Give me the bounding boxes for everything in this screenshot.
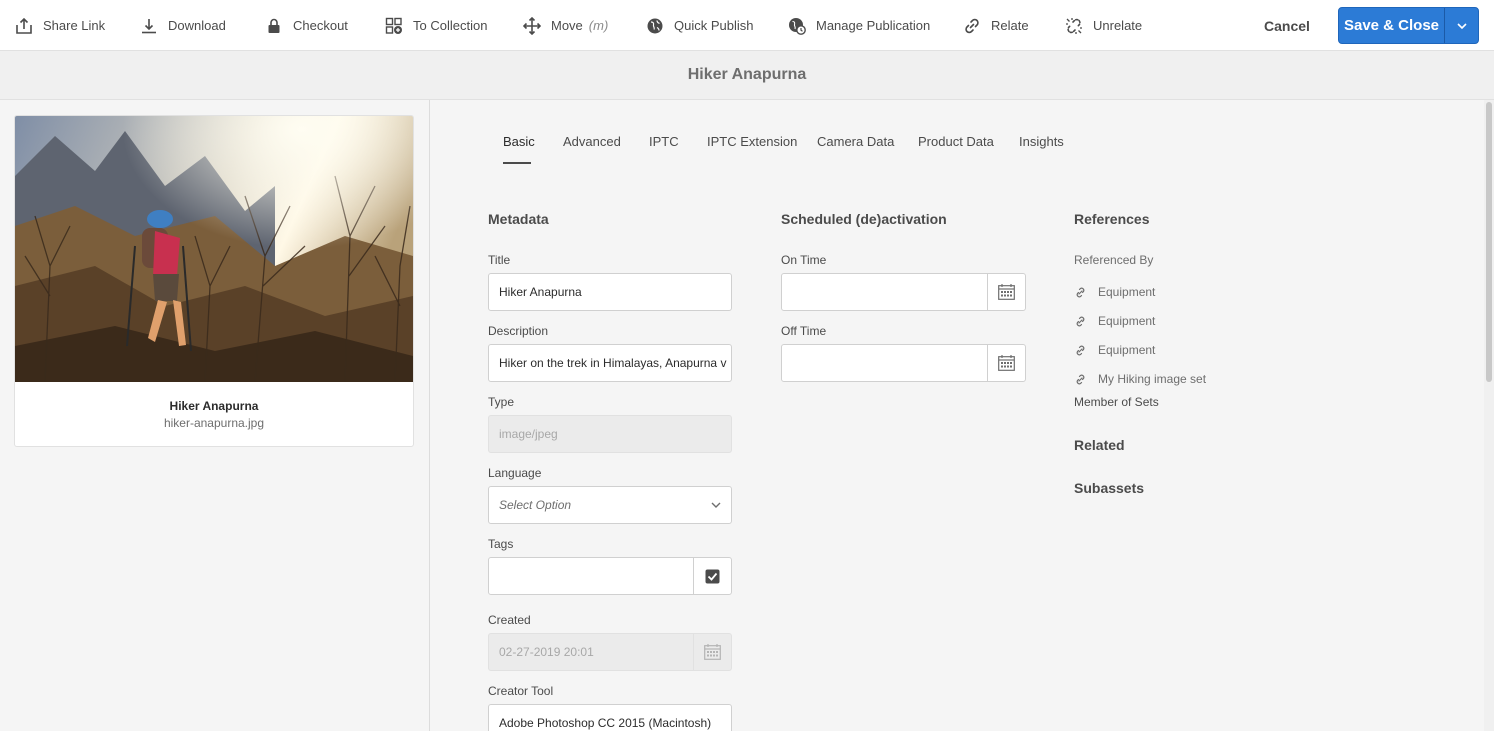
link-icon bbox=[965, 18, 979, 33]
share-icon bbox=[16, 17, 32, 34]
save-and-close-main[interactable]: Save & Close bbox=[1339, 8, 1444, 43]
page-title: Hiker Anapurna bbox=[687, 66, 807, 83]
reference-link-item[interactable]: Equipment bbox=[1074, 341, 1155, 359]
referenced-by-label: Referenced By bbox=[1074, 253, 1154, 267]
tab-product-data[interactable]: Product Data bbox=[918, 134, 994, 164]
description-label: Description bbox=[488, 324, 549, 338]
on-time-label: On Time bbox=[781, 253, 827, 267]
tab-iptc-extension[interactable]: IPTC Extension bbox=[707, 134, 797, 164]
quick-publish-label: Quick Publish bbox=[674, 18, 754, 33]
chevron-down-icon bbox=[711, 502, 721, 508]
link-icon bbox=[1076, 287, 1085, 297]
metadata-editor-panel: Basic Advanced IPTC IPTC Extension Camer… bbox=[431, 100, 1483, 731]
download-button[interactable]: Download bbox=[140, 0, 226, 51]
tab-advanced[interactable]: Advanced bbox=[563, 134, 621, 164]
metadata-heading: Metadata bbox=[488, 211, 549, 227]
move-shortcut: (m) bbox=[588, 18, 609, 33]
checkout-button[interactable]: Checkout bbox=[265, 0, 348, 51]
asset-card-filename: hiker-anapurna.jpg bbox=[163, 416, 265, 430]
type-label: Type bbox=[488, 395, 515, 409]
to-collection-label: To Collection bbox=[413, 18, 488, 33]
manage-publication-label: Manage Publication bbox=[816, 18, 931, 33]
globe-clock-icon bbox=[789, 17, 806, 35]
save-and-close-button: Save & Close bbox=[1338, 7, 1479, 44]
page-title-bar: Hiker Anapurna bbox=[0, 51, 1494, 100]
vertical-scrollbar[interactable] bbox=[1484, 100, 1494, 731]
language-label: Language bbox=[488, 466, 542, 480]
subassets-heading: Subassets bbox=[1074, 480, 1145, 496]
unrelate-label: Unrelate bbox=[1093, 18, 1143, 33]
manage-publication-button[interactable]: Manage Publication bbox=[788, 0, 930, 51]
reference-link-item[interactable]: My Hiking image set bbox=[1074, 370, 1206, 388]
scrollbar-thumb[interactable] bbox=[1486, 102, 1492, 382]
references-heading: References bbox=[1074, 211, 1150, 227]
action-toolbar: Share Link Download Checkout To Collecti… bbox=[0, 0, 1494, 51]
move-icon bbox=[523, 16, 541, 35]
off-time-label: Off Time bbox=[781, 324, 827, 338]
reference-link-label: Equipment bbox=[1098, 285, 1156, 299]
off-time-input[interactable] bbox=[781, 344, 988, 382]
download-icon bbox=[142, 18, 156, 33]
active-tab-indicator bbox=[503, 162, 531, 164]
add-to-collection-icon bbox=[385, 17, 402, 34]
move-label: Move bbox=[551, 18, 583, 33]
tags-input[interactable] bbox=[488, 557, 694, 595]
asset-card-title: Hiker Anapurna bbox=[169, 399, 259, 413]
link-icon bbox=[1076, 374, 1085, 384]
description-field[interactable]: Hiker on the trek in Himalayas, Anapurna… bbox=[488, 344, 732, 382]
tags-label: Tags bbox=[488, 537, 514, 551]
tab-camera-data[interactable]: Camera Data bbox=[817, 134, 894, 164]
relate-label: Relate bbox=[991, 18, 1029, 33]
relate-button[interactable]: Relate bbox=[963, 0, 1029, 51]
checkbox-checked-icon bbox=[705, 569, 720, 583]
on-time-input[interactable] bbox=[781, 273, 988, 311]
download-label: Download bbox=[168, 18, 226, 33]
unrelate-button[interactable]: Unrelate bbox=[1065, 0, 1142, 51]
asset-card[interactable]: Hiker Anapurna hiker-anapurna.jpg bbox=[14, 115, 414, 447]
cancel-button[interactable]: Cancel bbox=[1258, 13, 1316, 39]
language-select[interactable]: Select Option bbox=[488, 486, 732, 524]
share-link-label: Share Link bbox=[43, 18, 106, 33]
off-time-calendar-button[interactable] bbox=[987, 344, 1026, 382]
tab-iptc[interactable]: IPTC bbox=[649, 134, 679, 164]
lock-icon bbox=[268, 18, 280, 33]
asset-preview-rail: Hiker Anapurna hiker-anapurna.jpg bbox=[0, 100, 430, 731]
tab-basic[interactable]: Basic bbox=[503, 134, 535, 164]
calendar-icon bbox=[998, 355, 1015, 371]
tags-picker-button[interactable] bbox=[693, 557, 732, 595]
type-field: image/jpeg bbox=[488, 415, 732, 453]
link-icon bbox=[1076, 316, 1085, 326]
chevron-down-icon bbox=[1456, 22, 1467, 29]
reference-link-label: Equipment bbox=[1098, 314, 1156, 328]
link-icon bbox=[1076, 345, 1085, 355]
created-calendar-button bbox=[693, 633, 732, 671]
creator-tool-field[interactable]: Adobe Photoshop CC 2015 (Macintosh) bbox=[488, 704, 732, 731]
share-link-button[interactable]: Share Link bbox=[15, 0, 105, 51]
globe-icon bbox=[647, 18, 663, 33]
unlink-icon bbox=[1066, 17, 1082, 34]
to-collection-button[interactable]: To Collection bbox=[385, 0, 487, 51]
quick-publish-button[interactable]: Quick Publish bbox=[646, 0, 753, 51]
asset-thumbnail-image bbox=[15, 116, 413, 382]
title-label: Title bbox=[488, 253, 511, 267]
reference-link-item[interactable]: Equipment bbox=[1074, 283, 1155, 301]
calendar-icon bbox=[704, 644, 721, 660]
on-time-calendar-button[interactable] bbox=[987, 273, 1026, 311]
related-heading: Related bbox=[1074, 437, 1125, 453]
member-of-sets-label: Member of Sets bbox=[1074, 395, 1159, 409]
move-button[interactable]: Move (m) bbox=[523, 0, 608, 51]
created-field: 02-27-2019 20:01 bbox=[488, 633, 694, 671]
checkout-label: Checkout bbox=[293, 18, 348, 33]
creator-tool-label: Creator Tool bbox=[488, 684, 554, 698]
title-field[interactable]: Hiker Anapurna bbox=[488, 273, 732, 311]
reference-link-label: My Hiking image set bbox=[1098, 372, 1207, 386]
calendar-icon bbox=[998, 284, 1015, 300]
scheduled-activation-heading: Scheduled (de)activation bbox=[781, 211, 947, 227]
reference-link-label: Equipment bbox=[1098, 343, 1156, 357]
language-placeholder: Select Option bbox=[499, 498, 572, 512]
tab-insights[interactable]: Insights bbox=[1019, 134, 1064, 164]
reference-link-item[interactable]: Equipment bbox=[1074, 312, 1155, 330]
save-options-dropdown[interactable] bbox=[1445, 8, 1478, 43]
created-label: Created bbox=[488, 613, 531, 627]
